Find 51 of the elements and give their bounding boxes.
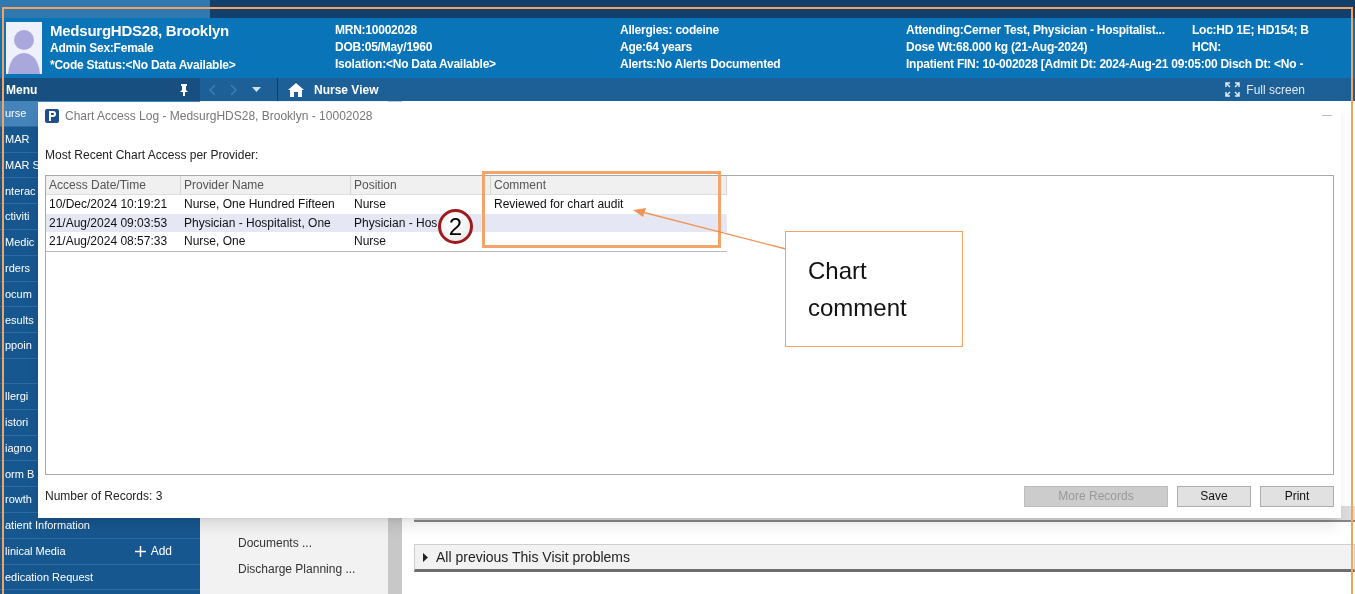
forward-icon[interactable] [230,83,238,96]
collapsed-icon [423,552,428,562]
table-cell: Reviewed for chart audit [494,197,624,211]
expand-icon [1225,82,1241,97]
add-link[interactable]: Add [134,542,172,561]
pin-icon[interactable] [180,83,188,96]
section-header[interactable]: All previous This Visit problems [414,544,1355,572]
banner-field: *Code Status:<No Data Available> [50,57,236,74]
table-cell: Nurse, One [184,234,246,248]
menu-label[interactable]: Menu [6,80,38,99]
banner-field: Admin Sex:Female [50,40,154,57]
banner-field: Dose Wt:68.000 kg (21-Aug-2024) [906,39,1088,56]
home-icon[interactable] [288,82,304,97]
table-cell: Nurse [354,234,386,248]
back-icon[interactable] [208,83,216,96]
dialog-title: Chart Access Log - MedsurgHDS28, Brooklyn - 10002028 [65,107,373,125]
table-cell: Physician - Hospitalist, One [184,215,331,230]
banner-field: HCN: [1192,39,1222,56]
column-header[interactable]: Provider Name [181,176,351,194]
banner-field: Inpatient FIN: 10-002028 [Admit Dt: 2024-Aug-21 09:05:00 Disch Dt: <No - [906,56,1304,73]
dialog-button[interactable]: Print [1260,485,1334,507]
table-cell: 21/Aug/2024 09:03:53 [49,215,168,230]
callout-text: Chart comment [808,256,908,323]
column-header[interactable]: Comment [491,176,727,194]
table-cell: Physician - Hos [354,215,438,230]
fullscreen-button[interactable]: Full screen [1225,80,1305,99]
banner-field: MRN:10002028 [335,22,417,39]
banner-field: DOB:05/May/1960 [335,39,433,56]
banner-field: Attending:Cerner Test, Physician - Hospitalist... [906,22,1165,39]
record-count: Number of Records: 3 [45,488,163,505]
nav-link[interactable]: Documents ... [238,534,388,551]
caret-icon[interactable] [252,86,261,93]
avatar-icon [6,22,42,74]
column-header[interactable]: Position [351,176,491,194]
banner-field: Age:64 years [620,39,692,56]
banner-field: Allergies: codeine [620,22,720,39]
banner-field: Isolation:<No Data Available> [335,56,496,73]
table-cell: Nurse, One Hundred Fifteen [184,197,335,211]
app-logo [45,108,59,123]
table-cell: 10/Dec/2024 10:19:21 [49,197,168,211]
nav-link[interactable]: Discharge Planning ... [238,560,388,577]
section-label: Most Recent Chart Access per Provider: [45,147,260,162]
banner-field: Alerts:No Alerts Documented [620,56,781,73]
table-cell: Nurse [354,197,386,211]
patient-name: MedsurgHDS28, Brooklyn [50,22,229,40]
view-title: Nurse View [314,81,379,99]
column-header[interactable]: Access Date/Time [46,176,181,194]
dialog-button[interactable]: Save [1177,485,1251,507]
banner-field: Loc:HD 1E; HD154; B [1192,22,1309,39]
table-cell: 21/Aug/2024 08:57:33 [49,234,168,248]
plus-icon [134,545,146,557]
